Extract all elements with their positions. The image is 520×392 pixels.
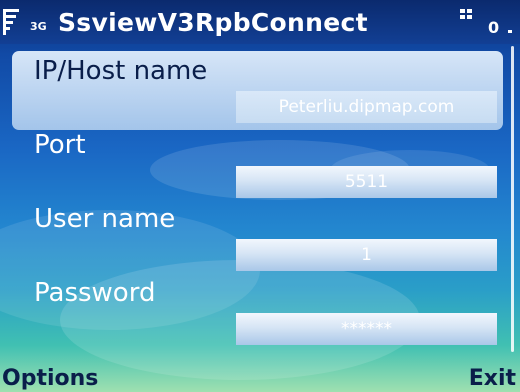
password-label: Password xyxy=(34,278,156,308)
exit-softkey[interactable]: Exit xyxy=(469,366,516,391)
title-bar: 3G SsviewV3RpbConnect 0 xyxy=(0,0,520,44)
host-label: IP/Host name xyxy=(34,56,208,86)
username-label: User name xyxy=(34,204,176,234)
options-softkey[interactable]: Options xyxy=(2,366,98,391)
scrollbar-track xyxy=(511,46,514,352)
network-type-label: 3G xyxy=(30,20,47,33)
scroll-indicator-top xyxy=(508,30,512,33)
port-label: Port xyxy=(34,130,86,160)
battery-icon xyxy=(460,9,472,19)
signal-strength-icon xyxy=(3,9,19,35)
username-input[interactable]: 1 xyxy=(236,239,497,271)
scrollbar[interactable] xyxy=(508,44,518,362)
softkey-bar: Options Exit xyxy=(0,362,520,392)
app-title: SsviewV3RpbConnect xyxy=(58,8,368,37)
port-input[interactable]: 5511 xyxy=(236,166,497,198)
battery-level: 0 xyxy=(488,18,500,37)
phone-screen: 3G SsviewV3RpbConnect 0 IP/Host name Pet… xyxy=(0,0,520,392)
password-input[interactable]: ****** xyxy=(236,313,497,345)
host-input[interactable]: Peterliu.dipmap.com xyxy=(236,91,497,123)
